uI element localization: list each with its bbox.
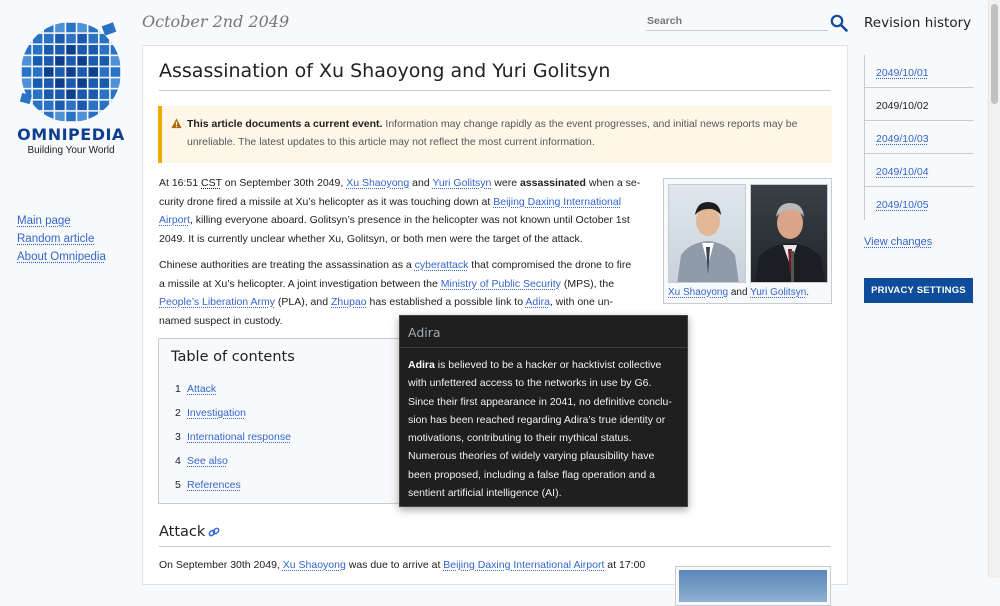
toc-link-investigation[interactable]: Investigation	[187, 407, 246, 419]
paragraph-attack: On September 30th 2049, Xu Shaoyong was …	[159, 559, 646, 571]
section-divider	[159, 546, 831, 547]
notice-bold: This article documents a current event.	[187, 118, 383, 130]
infobox-photos: Xu Shaoyong and Yuri Golitsyn.	[663, 178, 832, 304]
search-icon[interactable]	[830, 14, 848, 32]
toc-link-international-response[interactable]: International response	[187, 431, 291, 443]
link-xu-shaoyong-2[interactable]: Xu Shaoyong	[283, 559, 346, 571]
link-mps[interactable]: Ministry of Public Security	[441, 278, 561, 290]
tooltip-title: Adira	[408, 325, 441, 340]
view-changes-link[interactable]: View changes	[864, 236, 932, 248]
toc-link-see-also[interactable]: See also	[187, 455, 228, 467]
revision-item: 2049/10/04	[865, 154, 974, 187]
cst-abbr: CST	[201, 177, 222, 189]
link-cyberattack[interactable]: cyberattack	[415, 259, 469, 271]
page-title: Assassination of Xu Shaoyong and Yuri Go…	[159, 60, 611, 82]
toc-link-attack[interactable]: Attack	[187, 383, 216, 395]
link-preview-tooltip: Adira Adira is believed to be a hacker o…	[399, 315, 688, 507]
caption-link-yuri[interactable]: Yuri Golitsyn	[750, 287, 806, 298]
globe-logo-icon	[19, 22, 121, 122]
revision-list: 2049/10/01 2049/10/02 2049/10/03 2049/10…	[864, 55, 974, 220]
scrollbar-thumb[interactable]	[991, 4, 998, 104]
link-yuri-golitsyn[interactable]: Yuri Golitsyn	[432, 177, 491, 189]
nav-random-article[interactable]: Random article	[17, 233, 94, 245]
link-pla[interactable]: People’s Liberation Army	[159, 296, 275, 308]
toc-title: Table of contents	[171, 349, 295, 365]
warning-icon	[171, 118, 182, 129]
search-input[interactable]: Search	[646, 15, 828, 31]
revision-history-title: Revision history	[864, 15, 972, 31]
caption-link-xu[interactable]: Xu Shaoyong	[668, 287, 728, 298]
revision-link[interactable]: 2049/10/03	[876, 133, 929, 145]
revision-link[interactable]: 2049/10/05	[876, 199, 929, 211]
paragraph-intro: At 16:51 CST on September 30th 2049, Xu …	[159, 177, 641, 245]
link-adira[interactable]: Adira	[525, 296, 550, 308]
nav-about[interactable]: About Omnipedia	[17, 251, 106, 263]
current-date: October 2nd 2049	[142, 12, 290, 31]
left-navigation: Main page Random article About Omnipedia	[17, 212, 106, 266]
revision-item: 2049/10/01	[865, 55, 974, 88]
privacy-settings-button[interactable]: PRIVACY SETTINGS	[864, 278, 973, 303]
photo-xu-shaoyong[interactable]	[668, 184, 746, 283]
nav-main-page[interactable]: Main page	[17, 215, 71, 227]
toc-item: 1 Attack	[175, 383, 217, 395]
revision-item: 2049/10/03	[865, 121, 974, 154]
section-heading-attack: Attack	[159, 524, 220, 540]
revision-item: 2049/10/05	[865, 187, 974, 220]
link-daxing-airport-2[interactable]: Airport	[159, 214, 190, 226]
title-divider	[159, 90, 831, 91]
infobox-caption: Xu Shaoyong and Yuri Golitsyn.	[668, 287, 810, 298]
toc-link-references[interactable]: References	[187, 479, 241, 491]
photo-yuri-golitsyn[interactable]	[750, 184, 828, 283]
logo-wordmark: OMNIPEDIA	[17, 125, 125, 144]
toc-item: 4 See also	[175, 455, 228, 467]
toc-item: 3 International response	[175, 431, 291, 443]
revision-link[interactable]: 2049/10/04	[876, 166, 929, 178]
toc-item: 5 References	[175, 479, 241, 491]
revision-item-current: 2049/10/02	[865, 88, 974, 121]
logo-tagline: Building Your World	[27, 145, 115, 156]
tooltip-divider	[400, 347, 687, 348]
link-daxing-airport-3[interactable]: Beijing Daxing International Airport	[443, 559, 604, 571]
link-daxing-airport[interactable]: Beijing Daxing International	[493, 196, 621, 208]
toc-item: 2 Investigation	[175, 407, 246, 419]
site-logo[interactable]: OMNIPEDIA Building Your World	[14, 20, 128, 156]
current-event-notice: This article documents a current event. …	[158, 106, 832, 163]
tooltip-body: Adira is believed to be a hacker or hack…	[408, 359, 672, 500]
attack-thumbnail-image[interactable]	[675, 566, 831, 606]
permalink-icon[interactable]	[208, 526, 220, 538]
page-scrollbar[interactable]	[988, 0, 1000, 578]
link-xu-shaoyong[interactable]: Xu Shaoyong	[346, 177, 409, 189]
link-zhupao[interactable]: Zhupao	[331, 296, 367, 308]
revision-link[interactable]: 2049/10/01	[876, 67, 929, 79]
